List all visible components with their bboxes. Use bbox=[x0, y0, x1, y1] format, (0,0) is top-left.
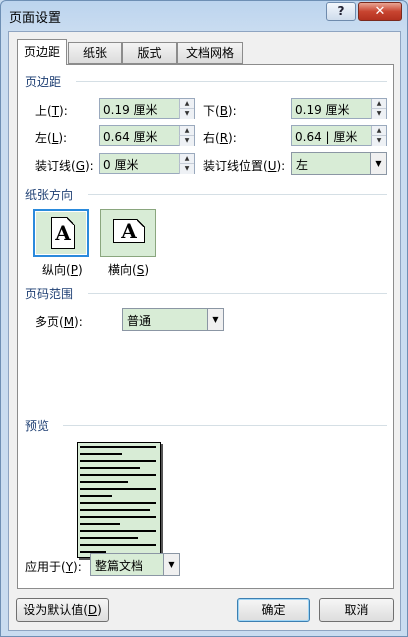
chevron-down-icon[interactable]: ▼ bbox=[207, 309, 223, 330]
preview-line bbox=[80, 537, 138, 539]
landscape-button[interactable]: A bbox=[100, 209, 156, 257]
pages-section-title: 页码范围 bbox=[25, 287, 74, 301]
preview-line bbox=[80, 460, 156, 462]
preview-line bbox=[80, 530, 156, 532]
dialog-client: 页边距 纸张 版式 文档网格 页边距 上(T): 0.19 厘米 ▲ ▼ 下(B… bbox=[8, 31, 401, 631]
landscape-label: 横向(S) bbox=[108, 263, 149, 277]
spin-up-icon[interactable]: ▲ bbox=[179, 154, 194, 164]
apply-to-select[interactable]: 整篇文档 ▼ bbox=[90, 553, 180, 576]
gutter-position-select[interactable]: 左 ▼ bbox=[291, 152, 387, 175]
spin-down-icon[interactable]: ▼ bbox=[371, 109, 386, 119]
margins-panel: 页边距 上(T): 0.19 厘米 ▲ ▼ 下(B): 0.19 厘米 ▲ ▼ … bbox=[17, 64, 394, 589]
multiple-pages-value: 普通 bbox=[127, 314, 152, 328]
preview-line bbox=[80, 453, 122, 455]
preview-line bbox=[80, 446, 156, 448]
spin-up-icon[interactable]: ▲ bbox=[179, 99, 194, 109]
portrait-letter: A bbox=[55, 221, 71, 245]
chevron-down-icon[interactable]: ▼ bbox=[370, 153, 386, 174]
portrait-button[interactable]: A bbox=[33, 209, 89, 257]
preview-line bbox=[80, 495, 112, 497]
apply-to-value: 整篇文档 bbox=[95, 559, 144, 573]
preview-separator bbox=[63, 425, 387, 426]
preview-section-title: 预览 bbox=[25, 419, 50, 433]
margins-separator bbox=[76, 81, 387, 82]
spin-up-icon[interactable]: ▲ bbox=[371, 126, 386, 136]
ok-button[interactable]: 确定 bbox=[237, 598, 310, 622]
preview-line bbox=[80, 516, 156, 518]
right-margin-spinner[interactable]: 0.64 | 厘米 ▲ ▼ bbox=[291, 125, 387, 146]
portrait-label: 纵向(P) bbox=[42, 263, 83, 277]
spin-down-icon[interactable]: ▼ bbox=[179, 109, 194, 119]
landscape-page-icon: A bbox=[113, 219, 145, 243]
multiple-pages-label: 多页(M): bbox=[35, 315, 83, 329]
close-button[interactable]: ✕ bbox=[358, 2, 402, 21]
tab-margins[interactable]: 页边距 bbox=[17, 39, 67, 65]
preview-line bbox=[80, 544, 156, 546]
dialog-title: 页面设置 bbox=[9, 11, 62, 26]
help-button[interactable]: ? bbox=[326, 2, 356, 21]
top-margin-value[interactable]: 0.19 厘米 bbox=[103, 101, 179, 118]
preview-line bbox=[80, 509, 150, 511]
apply-to-label: 应用于(Y): bbox=[25, 560, 82, 574]
bottom-margin-spinner[interactable]: 0.19 厘米 ▲ ▼ bbox=[291, 98, 387, 119]
preview-page bbox=[77, 442, 161, 558]
title-bar: 页面设置 ? ✕ bbox=[1, 1, 407, 29]
preview-line bbox=[80, 488, 156, 490]
left-margin-value[interactable]: 0.64 厘米 bbox=[103, 128, 179, 145]
tab-layout[interactable]: 版式 bbox=[122, 42, 177, 64]
preview-line bbox=[80, 474, 156, 476]
bottom-margin-value[interactable]: 0.19 厘米 bbox=[295, 101, 371, 118]
spin-down-icon[interactable]: ▼ bbox=[179, 136, 194, 146]
spin-up-icon[interactable]: ▲ bbox=[371, 99, 386, 109]
spin-down-icon[interactable]: ▼ bbox=[179, 164, 194, 174]
right-margin-value[interactable]: 0.64 | 厘米 bbox=[295, 128, 371, 145]
cancel-button[interactable]: 取消 bbox=[319, 598, 394, 622]
gutter-position-label: 装订线位置(U): bbox=[203, 159, 286, 173]
portrait-page-icon: A bbox=[51, 217, 75, 249]
preview-line bbox=[80, 467, 140, 469]
set-as-default-button[interactable]: 设为默认值(D) bbox=[16, 598, 109, 622]
gutter-value[interactable]: 0 厘米 bbox=[103, 156, 179, 173]
gutter-position-value: 左 bbox=[296, 158, 309, 172]
orientation-section-title: 纸张方向 bbox=[25, 188, 74, 202]
tab-document-grid[interactable]: 文档网格 bbox=[177, 42, 243, 64]
landscape-letter: A bbox=[121, 219, 137, 243]
gutter-label: 装订线(G): bbox=[35, 159, 94, 173]
chevron-down-icon[interactable]: ▼ bbox=[163, 554, 179, 575]
right-margin-label: 右(R): bbox=[203, 131, 237, 145]
top-margin-label: 上(T): bbox=[35, 104, 68, 118]
pages-separator bbox=[88, 293, 387, 294]
page-setup-dialog: 页面设置 ? ✕ 页边距 纸张 版式 文档网格 页边距 上(T): 0.19 厘… bbox=[0, 0, 408, 637]
top-margin-spinner[interactable]: 0.19 厘米 ▲ ▼ bbox=[99, 98, 195, 119]
preview-line bbox=[80, 481, 128, 483]
bottom-margin-label: 下(B): bbox=[203, 104, 237, 118]
spin-up-icon[interactable]: ▲ bbox=[179, 126, 194, 136]
margins-section-title: 页边距 bbox=[25, 75, 62, 89]
preview-line bbox=[80, 523, 120, 525]
left-margin-label: 左(L): bbox=[35, 131, 68, 145]
left-margin-spinner[interactable]: 0.64 厘米 ▲ ▼ bbox=[99, 125, 195, 146]
spin-down-icon[interactable]: ▼ bbox=[371, 136, 386, 146]
preview-line bbox=[80, 502, 156, 504]
multiple-pages-select[interactable]: 普通 ▼ bbox=[122, 308, 224, 331]
gutter-spinner[interactable]: 0 厘米 ▲ ▼ bbox=[99, 153, 195, 174]
tab-paper[interactable]: 纸张 bbox=[68, 42, 122, 64]
orientation-separator bbox=[88, 194, 387, 195]
